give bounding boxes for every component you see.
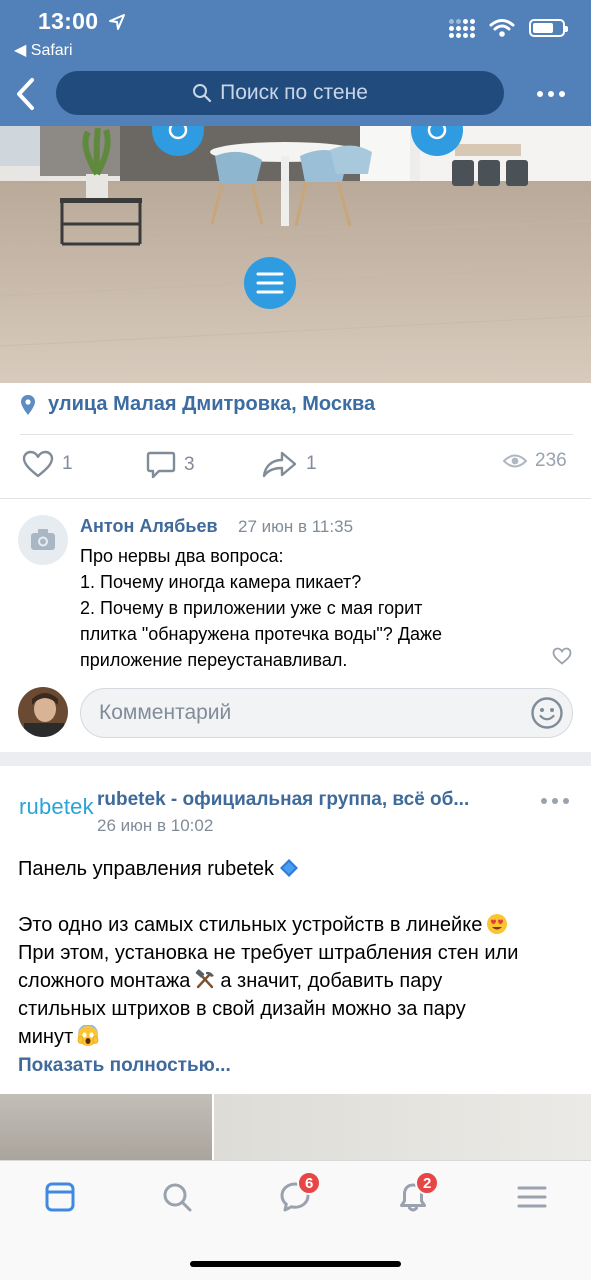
back-app-label: Safari bbox=[30, 42, 73, 59]
group-name[interactable]: rubetek - официальная группа, всё об... bbox=[97, 789, 469, 811]
eye-icon bbox=[503, 454, 527, 468]
post-line-text: сложного монтажа bbox=[18, 970, 191, 992]
like-count: 1 bbox=[62, 453, 73, 474]
tab-news[interactable] bbox=[40, 1177, 80, 1217]
post-line: минут bbox=[18, 1023, 578, 1051]
more-options-icon[interactable] bbox=[537, 91, 565, 97]
post-photo[interactable] bbox=[0, 126, 591, 383]
post-image[interactable] bbox=[0, 1094, 212, 1160]
share-icon bbox=[262, 451, 297, 478]
back-to-app-link[interactable]: ◀ Safari bbox=[14, 40, 73, 60]
wifi-icon bbox=[489, 19, 515, 37]
comment-line: Про нервы два вопроса: bbox=[80, 546, 284, 566]
views-counter: 236 bbox=[503, 450, 567, 472]
comment-line: приложение переустанавливал. bbox=[80, 650, 348, 670]
post-separator bbox=[0, 752, 591, 766]
status-indicators bbox=[449, 18, 568, 38]
hammer-pick-icon bbox=[196, 969, 215, 989]
comment-input-placeholder: Комментарий bbox=[99, 701, 232, 724]
tab-notifications[interactable]: 2 bbox=[393, 1171, 440, 1217]
search-placeholder: Поиск по стене bbox=[220, 81, 368, 104]
tab-search[interactable] bbox=[157, 1177, 197, 1217]
post-date: 26 июн в 10:02 bbox=[97, 816, 214, 835]
show-more-link[interactable]: Показать полностью... bbox=[18, 1055, 231, 1077]
status-time: 13:00 bbox=[38, 8, 99, 34]
post-image[interactable] bbox=[214, 1094, 591, 1160]
post-line-text: минут bbox=[18, 1026, 74, 1048]
battery-icon bbox=[529, 19, 568, 37]
comment-input[interactable]: Комментарий bbox=[80, 688, 573, 738]
search-icon bbox=[193, 84, 212, 103]
post-actions: 1 3 1 236 bbox=[22, 450, 570, 484]
post-line: При этом, установка не требует штраблени… bbox=[18, 942, 519, 964]
top-bar: 13:00 ◀ Safari Поиск по стене bbox=[0, 0, 591, 126]
back-triangle-icon: ◀ bbox=[14, 42, 27, 59]
back-chevron-icon[interactable] bbox=[12, 76, 42, 112]
divider bbox=[0, 498, 591, 499]
tab-messages[interactable]: 6 bbox=[275, 1171, 322, 1217]
view-count: 236 bbox=[535, 450, 567, 471]
post-line-text: Панель управления rubetek bbox=[18, 858, 274, 880]
avatar-photo bbox=[18, 687, 68, 737]
post-location[interactable]: улица Малая Дмитровка, Москва bbox=[20, 393, 375, 416]
my-avatar[interactable] bbox=[18, 687, 68, 737]
comment-icon bbox=[146, 451, 176, 479]
camera-icon bbox=[31, 529, 55, 550]
comment-date: 27 июн в 11:35 bbox=[238, 517, 354, 536]
comment-count: 3 bbox=[184, 454, 195, 475]
post-text: Панель управления rubetek Это одно из са… bbox=[18, 855, 578, 1051]
menu-icon bbox=[517, 1186, 547, 1208]
comment-text: Про нервы два вопроса: 1. Почему иногда … bbox=[80, 543, 540, 673]
post-line-text: Это одно из самых стильных устройств в л… bbox=[18, 914, 483, 936]
comment-line: плитка "обнаружена протечка воды"? Даже bbox=[80, 624, 443, 644]
emoji-icon[interactable] bbox=[530, 696, 564, 730]
post-images[interactable] bbox=[0, 1094, 591, 1160]
location-pin-icon bbox=[21, 394, 35, 415]
like-button[interactable]: 1 bbox=[22, 450, 73, 478]
heart-eyes-icon bbox=[487, 914, 508, 934]
tab-menu[interactable] bbox=[512, 1177, 552, 1217]
search-icon bbox=[163, 1183, 192, 1212]
comment-line: 2. Почему в приложении уже с мая горит bbox=[80, 598, 423, 618]
post-line: сложного монтажа а значит, добавить пару bbox=[18, 967, 578, 995]
home-indicator[interactable] bbox=[190, 1261, 401, 1267]
comment-author[interactable]: Антон Алябьев bbox=[80, 516, 218, 537]
signal-icon bbox=[449, 18, 475, 38]
group-logo[interactable]: rubetek bbox=[19, 794, 94, 820]
heart-icon bbox=[22, 450, 54, 478]
comment-like-icon[interactable] bbox=[552, 647, 572, 665]
commenter-avatar[interactable] bbox=[18, 515, 68, 565]
wall-search-input[interactable]: Поиск по стене bbox=[56, 71, 504, 115]
messages-badge: 6 bbox=[297, 1171, 322, 1195]
post-more-icon[interactable] bbox=[541, 798, 569, 804]
blue-diamond-icon bbox=[280, 859, 298, 877]
divider bbox=[20, 434, 573, 435]
room-photo-illustration bbox=[0, 126, 591, 383]
share-button[interactable]: 1 bbox=[262, 450, 317, 478]
share-count: 1 bbox=[306, 453, 317, 474]
location-arrow-icon bbox=[109, 14, 125, 30]
comment-line: 1. Почему иногда камера пикает? bbox=[80, 572, 362, 592]
post-line: Панель управления rubetek bbox=[18, 855, 578, 883]
post-line: Это одно из самых стильных устройств в л… bbox=[18, 911, 578, 939]
notifications-badge: 2 bbox=[415, 1171, 440, 1195]
post-line: стильных штрихов в свой дизайн можно за … bbox=[18, 998, 466, 1020]
comment-button[interactable]: 3 bbox=[146, 450, 195, 480]
location-label: улица Малая Дмитровка, Москва bbox=[48, 393, 376, 415]
scream-icon bbox=[77, 1025, 99, 1046]
post-line-text: а значит, добавить пару bbox=[220, 970, 443, 992]
post-line-empty bbox=[18, 883, 578, 911]
feed-icon bbox=[45, 1182, 75, 1212]
